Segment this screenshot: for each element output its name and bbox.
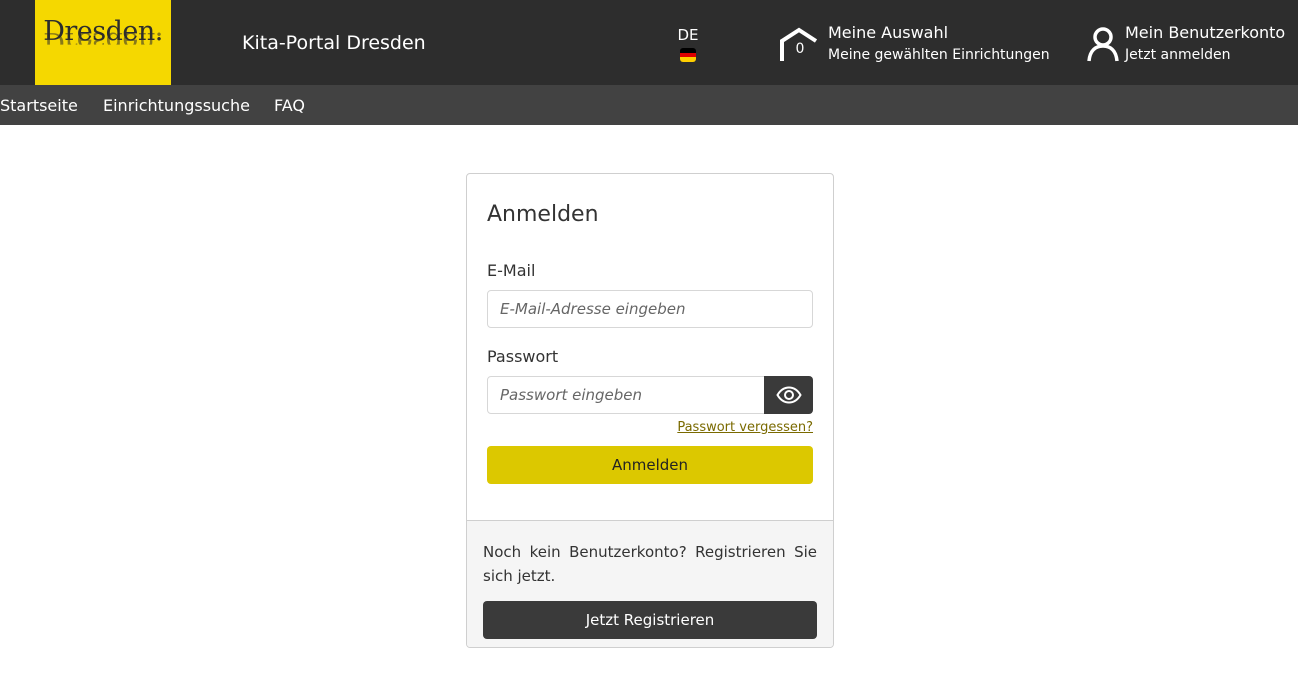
nav-item-einrichtungssuche[interactable]: Einrichtungssuche xyxy=(103,96,250,115)
forgot-password-link[interactable]: Passwort vergessen? xyxy=(677,420,813,435)
register-section: Noch kein Benutzerkonto? Registrieren Si… xyxy=(467,520,833,647)
user-icon xyxy=(1087,27,1119,62)
language-code: DE xyxy=(677,26,699,44)
email-field[interactable] xyxy=(487,290,813,328)
toggle-password-visibility-button[interactable] xyxy=(764,376,813,414)
language-switcher[interactable]: DE xyxy=(676,26,700,62)
selection-count-badge: 0 xyxy=(795,41,805,57)
selection-title: Meine Auswahl xyxy=(828,23,949,42)
account-title: Mein Benutzerkonto xyxy=(1125,23,1286,42)
password-field[interactable] xyxy=(487,376,765,414)
password-label: Passwort xyxy=(487,347,559,366)
login-heading: Anmelden xyxy=(487,202,599,227)
eye-icon xyxy=(775,386,802,404)
selection-subtitle: Meine gewählten Einrichtungen xyxy=(828,47,1050,63)
login-card: Anmelden E-Mail Passwort Passwort verges… xyxy=(466,173,834,648)
account-subtitle: Jetzt anmelden xyxy=(1125,47,1231,63)
register-button[interactable]: Jetzt Registrieren xyxy=(483,601,817,639)
main-navigation: Startseite Einrichtungssuche FAQ xyxy=(0,85,1298,125)
dresden-logo[interactable]: Dresden. Dresden. xyxy=(35,0,171,85)
top-header: Dresden. Dresden. Kita-Portal Dresden DE… xyxy=(0,0,1298,85)
site-title[interactable]: Kita-Portal Dresden xyxy=(242,32,426,54)
nav-item-faq[interactable]: FAQ xyxy=(274,96,305,115)
login-button[interactable]: Anmelden xyxy=(487,446,813,484)
register-message: Noch kein Benutzerkonto? Registrieren Si… xyxy=(483,543,817,585)
logo-wordmark-reflection: Dresden. xyxy=(43,26,163,57)
nav-item-startseite[interactable]: Startseite xyxy=(0,96,78,115)
email-label: E-Mail xyxy=(487,261,536,280)
german-flag-icon xyxy=(680,48,696,62)
